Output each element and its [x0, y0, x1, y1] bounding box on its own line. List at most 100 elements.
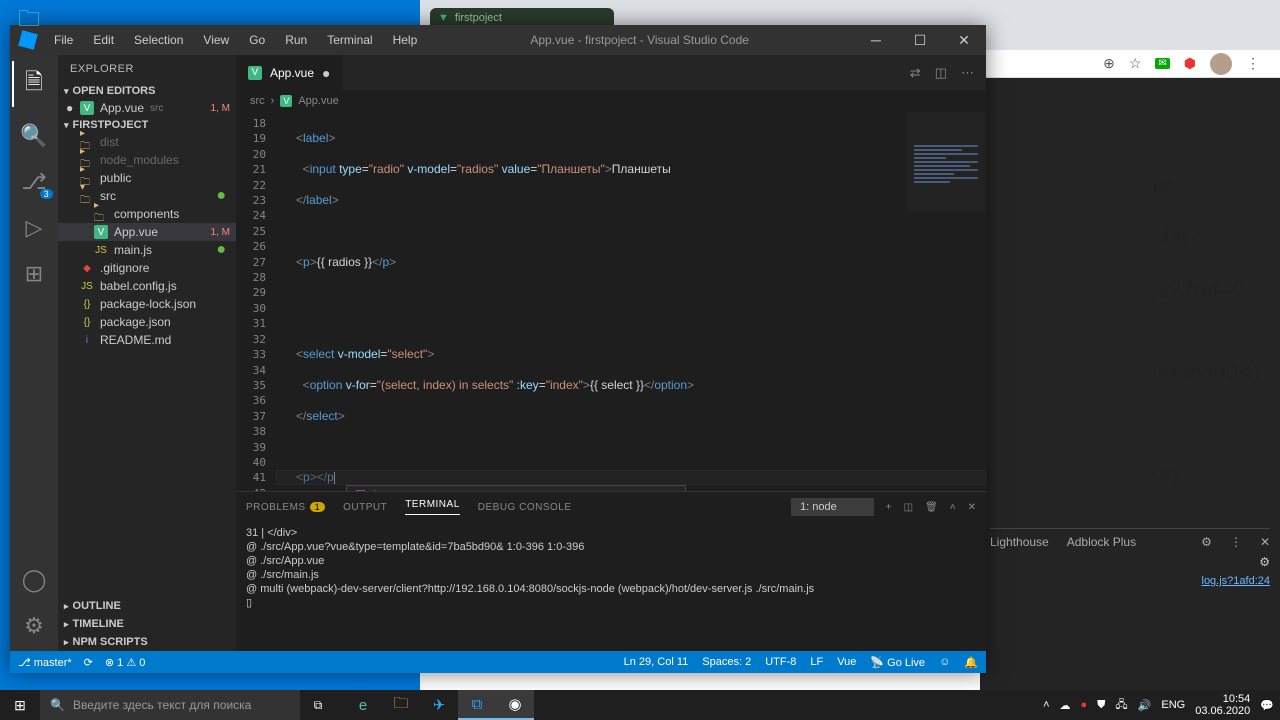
accounts-icon[interactable]: ◯ [22, 567, 47, 593]
outline-section[interactable]: OUTLINE [58, 597, 236, 615]
compare-changes-icon[interactable]: ⇄ [910, 65, 921, 81]
start-button[interactable]: ⊞ [0, 690, 40, 720]
bottom-panel: PROBLEMS1 OUTPUT TERMINAL DEBUG CONSOLE … [236, 491, 986, 651]
indentation[interactable]: Spaces: 2 [702, 656, 751, 668]
menu-file[interactable]: File [46, 29, 81, 51]
terminal-selector[interactable]: 1: node [791, 498, 874, 516]
maximize-panel-icon[interactable]: ˄ [950, 502, 956, 513]
explorer-icon[interactable]: 🗀 [382, 690, 420, 720]
tray-defender-icon[interactable]: ⛊ [1097, 699, 1105, 712]
tree-item[interactable]: VApp.vue1, M [58, 223, 236, 241]
vscode-icon[interactable]: ⧉ [458, 690, 496, 720]
tray-clock[interactable]: 10:54 03.06.2020 [1195, 693, 1250, 717]
search-icon[interactable]: 🔍 [20, 123, 47, 149]
devtools-tab-adblock[interactable]: Adblock Plus [1067, 535, 1136, 549]
terminal-output[interactable]: 31 | </div> @ ./src/App.vue?vue&type=tem… [236, 522, 986, 651]
menu-selection[interactable]: Selection [126, 29, 191, 51]
notifications-icon[interactable]: 💬 [1260, 699, 1274, 712]
open-editors-section[interactable]: OPEN EDITORS [58, 83, 236, 99]
split-terminal-icon[interactable]: ◫ [904, 502, 913, 513]
extensions-icon[interactable]: ⊞ [25, 261, 43, 287]
feedback-icon[interactable]: ☺ [939, 656, 950, 668]
js-icon: JS [80, 279, 94, 293]
code-editor[interactable]: 18 19 20 21 22 23 24 25 26 27 28 29 30 3… [236, 112, 986, 491]
tree-item[interactable]: {}package-lock.json [58, 295, 236, 313]
tree-item[interactable]: JSbabel.config.js [58, 277, 236, 295]
npm-scripts-section[interactable]: NPM SCRIPTS [58, 633, 236, 651]
menu-help[interactable]: Help [385, 29, 426, 51]
tray-language[interactable]: ENG [1161, 699, 1185, 711]
menu-go[interactable]: Go [241, 29, 273, 51]
js-icon: JS [94, 243, 108, 257]
split-editor-icon[interactable]: ◫ [935, 65, 947, 81]
vue-file-icon: V [248, 66, 262, 80]
open-editor-item[interactable]: ● V App.vue src 1, M [58, 99, 236, 117]
close-button[interactable]: ✕ [942, 25, 986, 55]
tree-item[interactable]: {}package.json [58, 313, 236, 331]
kill-terminal-icon[interactable]: 🗑 [925, 502, 938, 513]
tree-item[interactable]: ▾ 🗀src● [58, 187, 236, 205]
gear-icon[interactable]: ⚙ [1201, 535, 1212, 549]
language-mode[interactable]: Vue [837, 656, 856, 668]
notifications-icon[interactable]: 🔔 [964, 656, 978, 669]
menu-run[interactable]: Run [277, 29, 315, 51]
tray-onedrive-icon[interactable]: ☁ [1060, 699, 1071, 712]
search-icon: 🔍 [50, 698, 65, 712]
chrome-icon[interactable]: ◉ [496, 690, 534, 720]
close-panel-icon[interactable]: ✕ [968, 502, 976, 513]
run-debug-icon[interactable]: ▷ [26, 215, 43, 241]
panel-tab-problems[interactable]: PROBLEMS1 [246, 502, 325, 513]
profile-avatar[interactable] [1210, 53, 1232, 75]
devtools-menu-icon[interactable]: ⋮ [1230, 535, 1242, 549]
go-live-button[interactable]: 📡 Go Live [870, 656, 925, 669]
sync-icon[interactable]: ⟳ [84, 656, 93, 669]
tray-volume-icon[interactable]: 🔊 [1138, 699, 1152, 712]
cursor-position[interactable]: Ln 29, Col 11 [624, 656, 689, 668]
eol[interactable]: LF [810, 656, 823, 668]
source-control-icon[interactable]: ⎇3 [21, 169, 46, 195]
devtools-close-icon[interactable]: ✕ [1260, 535, 1270, 549]
desktop-folder-icon[interactable]: 🗀 [18, 2, 40, 40]
tray-network-icon[interactable]: 🖧 [1115, 696, 1127, 715]
autocomplete-popup[interactable]: ❑/p [346, 485, 686, 491]
panel-tab-terminal[interactable]: TERMINAL [405, 499, 460, 515]
branch-indicator[interactable]: ⎇ master* [18, 656, 72, 669]
titlebar: FileEditSelectionViewGoRunTerminalHelp A… [10, 25, 986, 55]
tree-item[interactable]: iREADME.md [58, 331, 236, 349]
tab-app-vue[interactable]: V App.vue ● [236, 55, 344, 90]
star-icon[interactable]: ☆ [1129, 55, 1142, 72]
tree-item[interactable]: ◆.gitignore [58, 259, 236, 277]
explorer-icon[interactable]: 🗎 [25, 65, 43, 103]
console-source-link[interactable]: log.js?1afd:24 [990, 569, 1270, 587]
chrome-menu-icon[interactable]: ⋮ [1246, 55, 1260, 72]
search-icon[interactable]: ⊕ [1103, 55, 1115, 72]
mail-icon[interactable]: ✉ [1155, 58, 1169, 69]
gear-icon[interactable]: ⚙ [1259, 555, 1270, 569]
menu-edit[interactable]: Edit [85, 29, 122, 51]
minimap[interactable] [906, 112, 986, 212]
encoding[interactable]: UTF-8 [765, 656, 796, 668]
task-view-icon[interactable]: ⧉ [300, 698, 336, 713]
minimize-button[interactable]: ─ [854, 25, 898, 55]
breadcrumb[interactable]: src› V App.vue [236, 90, 986, 112]
new-terminal-icon[interactable]: + [886, 502, 892, 513]
menu-terminal[interactable]: Terminal [319, 29, 380, 51]
more-actions-icon[interactable]: ⋯ [961, 65, 974, 81]
menu-view[interactable]: View [195, 29, 237, 51]
panel-tab-output[interactable]: OUTPUT [343, 502, 387, 513]
extension-icon[interactable]: ⬢ [1184, 55, 1196, 72]
settings-gear-icon[interactable]: ⚙ [24, 613, 44, 639]
timeline-section[interactable]: TIMELINE [58, 615, 236, 633]
tray-record-icon[interactable]: ● [1081, 699, 1088, 711]
problems-indicator[interactable]: ⊗ 1 ⚠ 0 [105, 656, 146, 669]
telegram-icon[interactable]: ✈ [420, 690, 458, 720]
panel-tab-debug[interactable]: DEBUG CONSOLE [478, 502, 572, 513]
maximize-button[interactable]: ☐ [898, 25, 942, 55]
tree-item[interactable]: JSmain.js● [58, 241, 236, 259]
edge-icon[interactable]: e [344, 690, 382, 720]
tray-chevron-icon[interactable]: ˄ [1043, 699, 1049, 711]
taskbar-search[interactable]: 🔍 Введите здесь текст для поиска [40, 690, 300, 720]
code-content[interactable]: <label> <input type="radio" v-model="rad… [276, 112, 986, 491]
tree-item[interactable]: ▸ 🗀components [58, 205, 236, 223]
devtools-tab-lighthouse[interactable]: Lighthouse [990, 535, 1049, 549]
